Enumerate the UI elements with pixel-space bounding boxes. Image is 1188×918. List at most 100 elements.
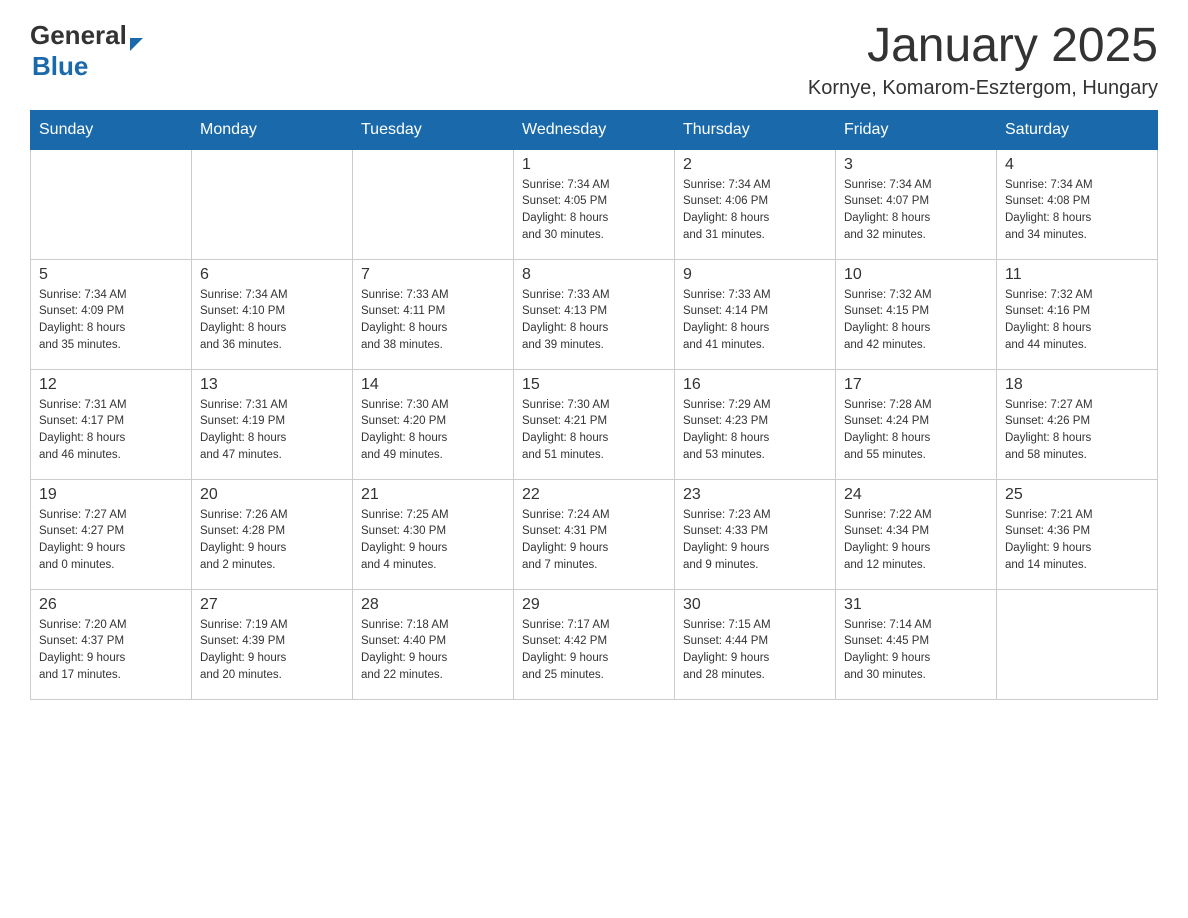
day-info: Sunrise: 7:34 AM Sunset: 4:05 PM Dayligh… — [522, 177, 666, 244]
calendar-cell: 14Sunrise: 7:30 AM Sunset: 4:20 PM Dayli… — [353, 369, 514, 479]
day-number: 11 — [1005, 266, 1149, 284]
day-number: 3 — [844, 156, 988, 174]
logo: General Blue — [30, 20, 143, 82]
calendar-cell: 19Sunrise: 7:27 AM Sunset: 4:27 PM Dayli… — [31, 479, 192, 589]
day-number: 31 — [844, 596, 988, 614]
calendar-title-block: January 2025 Kornye, Komarom-Esztergom, … — [808, 20, 1158, 100]
calendar-title: January 2025 — [808, 20, 1158, 73]
day-number: 13 — [200, 376, 344, 394]
calendar-week-row: 5Sunrise: 7:34 AM Sunset: 4:09 PM Daylig… — [31, 259, 1158, 369]
day-number: 18 — [1005, 376, 1149, 394]
calendar-cell: 7 Sunrise: 7:33 AM Sunset: 4:11 PM Daylig… — [353, 259, 514, 369]
weekday-header-thursday: Thursday — [675, 110, 836, 149]
calendar-cell: 4 Sunrise: 7:34 AM Sunset: 4:08 PM Daylig… — [997, 149, 1158, 259]
calendar-cell: 6 Sunrise: 7:34 AM Sunset: 4:10 PM Daylig… — [192, 259, 353, 369]
day-info: Sunrise: 7:20 AM Sunset: 4:37 PM Dayligh… — [39, 617, 183, 684]
calendar-week-row: 26Sunrise: 7:20 AM Sunset: 4:37 PM Dayli… — [31, 589, 1158, 699]
calendar-cell: 9Sunrise: 7:33 AM Sunset: 4:14 PM Daylig… — [675, 259, 836, 369]
day-info: Sunrise: 7:31 AM Sunset: 4:17 PM Dayligh… — [39, 397, 183, 464]
day-info: Sunrise: 7:22 AM Sunset: 4:34 PM Dayligh… — [844, 507, 988, 574]
weekday-header-monday: Monday — [192, 110, 353, 149]
calendar-cell: 17Sunrise: 7:28 AM Sunset: 4:24 PM Dayli… — [836, 369, 997, 479]
calendar-week-row: 1Sunrise: 7:34 AM Sunset: 4:05 PM Daylig… — [31, 149, 1158, 259]
day-number: 15 — [522, 376, 666, 394]
calendar-cell: 30 Sunrise: 7:15 AM Sunset: 4:44 PM Dayli… — [675, 589, 836, 699]
day-info: Sunrise: 7:33 AM Sunset: 4:11 PM Dayligh… — [361, 287, 505, 354]
day-info: Sunrise: 7:34 AM Sunset: 4:06 PM Dayligh… — [683, 177, 827, 244]
day-number: 22 — [522, 486, 666, 504]
day-info: Sunrise: 7:14 AM Sunset: 4:45 PM Dayligh… — [844, 617, 988, 684]
logo-blue-text: Blue — [32, 51, 88, 82]
calendar-cell: 20 Sunrise: 7:26 AM Sunset: 4:28 PM Dayli… — [192, 479, 353, 589]
day-info: Sunrise: 7:15 AM Sunset: 4:44 PM Dayligh… — [683, 617, 827, 684]
page-header: General Blue January 2025 Kornye, Komaro… — [30, 20, 1158, 100]
day-number: 20 — [200, 486, 344, 504]
day-info: Sunrise: 7:18 AM Sunset: 4:40 PM Dayligh… — [361, 617, 505, 684]
weekday-header-friday: Friday — [836, 110, 997, 149]
day-info: Sunrise: 7:21 AM Sunset: 4:36 PM Dayligh… — [1005, 507, 1149, 574]
day-number: 10 — [844, 266, 988, 284]
day-info: Sunrise: 7:34 AM Sunset: 4:08 PM Dayligh… — [1005, 177, 1149, 244]
calendar-week-row: 19Sunrise: 7:27 AM Sunset: 4:27 PM Dayli… — [31, 479, 1158, 589]
day-number: 12 — [39, 376, 183, 394]
calendar-table: SundayMondayTuesdayWednesdayThursdayFrid… — [30, 110, 1158, 700]
day-info: Sunrise: 7:34 AM Sunset: 4:07 PM Dayligh… — [844, 177, 988, 244]
day-number: 9 — [683, 266, 827, 284]
calendar-cell: 31 Sunrise: 7:14 AM Sunset: 4:45 PM Dayli… — [836, 589, 997, 699]
day-info: Sunrise: 7:27 AM Sunset: 4:26 PM Dayligh… — [1005, 397, 1149, 464]
day-info: Sunrise: 7:23 AM Sunset: 4:33 PM Dayligh… — [683, 507, 827, 574]
calendar-cell: 27 Sunrise: 7:19 AM Sunset: 4:39 PM Dayli… — [192, 589, 353, 699]
calendar-week-row: 12 Sunrise: 7:31 AM Sunset: 4:17 PM Dayli… — [31, 369, 1158, 479]
calendar-cell: 21 Sunrise: 7:25 AM Sunset: 4:30 PM Dayli… — [353, 479, 514, 589]
day-info: Sunrise: 7:34 AM Sunset: 4:10 PM Dayligh… — [200, 287, 344, 354]
day-number: 30 — [683, 596, 827, 614]
day-info: Sunrise: 7:32 AM Sunset: 4:16 PM Dayligh… — [1005, 287, 1149, 354]
calendar-cell — [997, 589, 1158, 699]
calendar-cell: 26Sunrise: 7:20 AM Sunset: 4:37 PM Dayli… — [31, 589, 192, 699]
calendar-subtitle: Kornye, Komarom-Esztergom, Hungary — [808, 77, 1158, 100]
day-number: 4 — [1005, 156, 1149, 174]
calendar-cell: 25 Sunrise: 7:21 AM Sunset: 4:36 PM Dayli… — [997, 479, 1158, 589]
calendar-cell: 10Sunrise: 7:32 AM Sunset: 4:15 PM Dayli… — [836, 259, 997, 369]
calendar-cell: 3 Sunrise: 7:34 AM Sunset: 4:07 PM Daylig… — [836, 149, 997, 259]
calendar-header-row: SundayMondayTuesdayWednesdayThursdayFrid… — [31, 110, 1158, 149]
day-number: 7 — [361, 266, 505, 284]
day-info: Sunrise: 7:25 AM Sunset: 4:30 PM Dayligh… — [361, 507, 505, 574]
day-number: 2 — [683, 156, 827, 174]
weekday-header-wednesday: Wednesday — [514, 110, 675, 149]
day-info: Sunrise: 7:33 AM Sunset: 4:13 PM Dayligh… — [522, 287, 666, 354]
calendar-cell — [192, 149, 353, 259]
day-number: 16 — [683, 376, 827, 394]
calendar-cell: 13Sunrise: 7:31 AM Sunset: 4:19 PM Dayli… — [192, 369, 353, 479]
calendar-cell: 12 Sunrise: 7:31 AM Sunset: 4:17 PM Dayli… — [31, 369, 192, 479]
day-info: Sunrise: 7:26 AM Sunset: 4:28 PM Dayligh… — [200, 507, 344, 574]
weekday-header-sunday: Sunday — [31, 110, 192, 149]
day-number: 28 — [361, 596, 505, 614]
day-number: 27 — [200, 596, 344, 614]
day-info: Sunrise: 7:28 AM Sunset: 4:24 PM Dayligh… — [844, 397, 988, 464]
day-number: 6 — [200, 266, 344, 284]
day-info: Sunrise: 7:19 AM Sunset: 4:39 PM Dayligh… — [200, 617, 344, 684]
day-info: Sunrise: 7:29 AM Sunset: 4:23 PM Dayligh… — [683, 397, 827, 464]
logo-general-text: General — [30, 20, 127, 51]
calendar-cell: 23Sunrise: 7:23 AM Sunset: 4:33 PM Dayli… — [675, 479, 836, 589]
calendar-cell: 22Sunrise: 7:24 AM Sunset: 4:31 PM Dayli… — [514, 479, 675, 589]
day-number: 24 — [844, 486, 988, 504]
calendar-cell: 24 Sunrise: 7:22 AM Sunset: 4:34 PM Dayli… — [836, 479, 997, 589]
calendar-cell: 2 Sunrise: 7:34 AM Sunset: 4:06 PM Daylig… — [675, 149, 836, 259]
weekday-header-saturday: Saturday — [997, 110, 1158, 149]
calendar-cell: 16 Sunrise: 7:29 AM Sunset: 4:23 PM Dayli… — [675, 369, 836, 479]
calendar-cell: 15 Sunrise: 7:30 AM Sunset: 4:21 PM Dayli… — [514, 369, 675, 479]
day-info: Sunrise: 7:30 AM Sunset: 4:20 PM Dayligh… — [361, 397, 505, 464]
calendar-cell: 1Sunrise: 7:34 AM Sunset: 4:05 PM Daylig… — [514, 149, 675, 259]
day-number: 8 — [522, 266, 666, 284]
day-info: Sunrise: 7:34 AM Sunset: 4:09 PM Dayligh… — [39, 287, 183, 354]
day-number: 25 — [1005, 486, 1149, 504]
calendar-cell: 8 Sunrise: 7:33 AM Sunset: 4:13 PM Daylig… — [514, 259, 675, 369]
day-number: 21 — [361, 486, 505, 504]
day-info: Sunrise: 7:30 AM Sunset: 4:21 PM Dayligh… — [522, 397, 666, 464]
calendar-cell: 18 Sunrise: 7:27 AM Sunset: 4:26 PM Dayli… — [997, 369, 1158, 479]
weekday-header-tuesday: Tuesday — [353, 110, 514, 149]
day-number: 29 — [522, 596, 666, 614]
calendar-cell — [353, 149, 514, 259]
